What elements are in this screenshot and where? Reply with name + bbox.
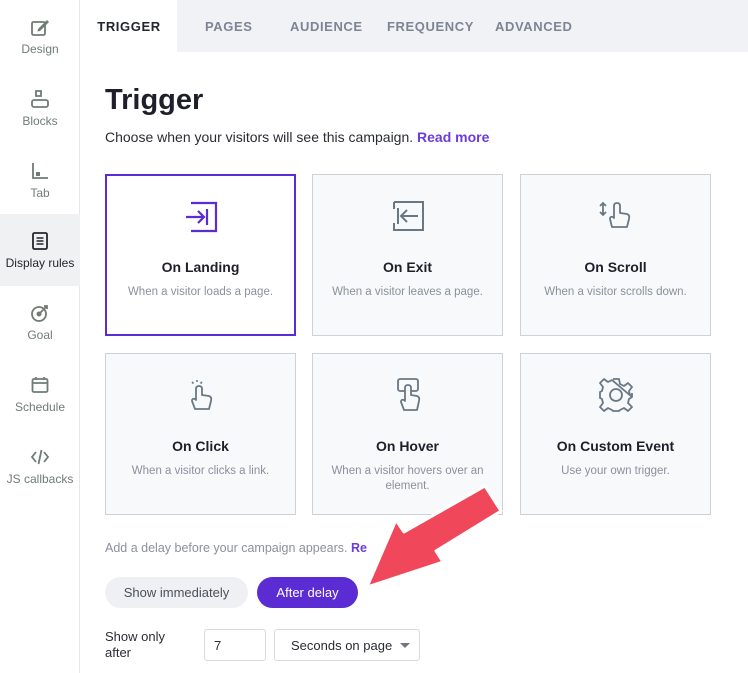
click-hand-icon <box>106 376 295 414</box>
trigger-card-on-exit[interactable]: On Exit When a visitor leaves a page. <box>312 174 503 336</box>
tab-bar: TRIGGER PAGES AUDIENCE FREQUENCY ADVANCE… <box>81 0 748 52</box>
trigger-card-on-click[interactable]: On Click When a visitor clicks a link. <box>105 353 296 515</box>
card-desc: Use your own trigger. <box>561 465 670 477</box>
card-title: On Custom Event <box>556 438 675 454</box>
sidebar-item-display-rules[interactable]: Display rules <box>0 214 80 286</box>
read-more-link[interactable]: Read more <box>417 129 489 145</box>
calendar-icon <box>29 374 51 396</box>
card-title: On Exit <box>382 259 432 275</box>
trigger-card-on-scroll[interactable]: On Scroll When a visitor scrolls down. <box>520 174 711 336</box>
design-icon <box>29 16 51 38</box>
tab-trigger[interactable]: TRIGGER <box>81 0 177 52</box>
scroll-hand-icon <box>521 197 710 235</box>
trigger-card-on-custom-event[interactable]: On Custom Event Use your own trigger. <box>520 353 711 515</box>
delay-unit-select[interactable]: Seconds on page <box>274 629 420 661</box>
sidebar-item-label: Design <box>21 42 59 56</box>
sidebar-item-goal[interactable]: Goal <box>0 286 80 358</box>
display-rules-icon <box>29 230 51 252</box>
subtitle-text: Choose when your visitors will see this … <box>105 129 414 145</box>
delay-hint: Add a delay before your campaign appears… <box>105 541 367 555</box>
sidebar-item-tab[interactable]: Tab <box>0 144 80 216</box>
tab-advanced[interactable]: ADVANCED <box>495 0 573 52</box>
card-desc: When a visitor scrolls down. <box>544 286 687 298</box>
page-title: Trigger <box>105 84 204 116</box>
sidebar-item-schedule[interactable]: Schedule <box>0 358 80 430</box>
gear-icon <box>521 376 710 414</box>
show-immediately-button[interactable]: Show immediately <box>105 577 248 608</box>
sidebar-item-label: Goal <box>27 328 53 342</box>
sidebar-item-blocks[interactable]: Blocks <box>0 72 80 144</box>
card-desc: When a visitor loads a page. <box>127 286 274 298</box>
sidebar-item-label: Blocks <box>22 114 58 128</box>
page-subtitle: Choose when your visitors will see this … <box>105 129 489 145</box>
sidebar-item-label: Display rules <box>5 256 75 270</box>
chevron-down-icon <box>400 643 410 648</box>
card-desc: When a visitor clicks a link. <box>131 465 270 477</box>
annotation-arrow-icon <box>365 484 503 589</box>
tab-pages[interactable]: PAGES <box>205 0 253 52</box>
delay-hint-text: Add a delay before your campaign appears… <box>105 541 348 555</box>
sidebar-item-design[interactable]: Design <box>0 0 80 72</box>
enter-icon <box>107 198 294 236</box>
card-title: On Landing <box>161 259 240 275</box>
sidebar-item-js-callbacks[interactable]: JS callbacks <box>0 430 80 502</box>
hover-hand-icon <box>313 376 502 414</box>
code-icon <box>29 446 51 468</box>
sidebar-item-label: JS callbacks <box>6 472 74 486</box>
delay-unit-value: Seconds on page <box>291 637 393 653</box>
tab-audience[interactable]: AUDIENCE <box>290 0 363 52</box>
goal-icon <box>29 302 51 324</box>
card-title: On Hover <box>375 438 439 454</box>
tab-frequency[interactable]: FREQUENCY <box>387 0 474 52</box>
card-title: On Scroll <box>584 259 647 275</box>
sidebar: Design Blocks Tab Display rules Goal Sch… <box>0 0 80 673</box>
tab-icon <box>29 160 51 182</box>
exit-icon <box>313 197 502 235</box>
sidebar-item-label: Schedule <box>14 400 66 414</box>
blocks-icon <box>29 88 51 110</box>
show-only-after-label: Show only after <box>105 629 165 660</box>
delay-amount-input[interactable] <box>204 629 266 661</box>
card-title: On Click <box>172 438 229 454</box>
sidebar-item-label: Tab <box>30 186 50 200</box>
card-desc: When a visitor leaves a page. <box>332 286 483 298</box>
after-delay-button[interactable]: After delay <box>257 577 358 608</box>
trigger-card-on-landing[interactable]: On Landing When a visitor loads a page. <box>105 174 296 336</box>
